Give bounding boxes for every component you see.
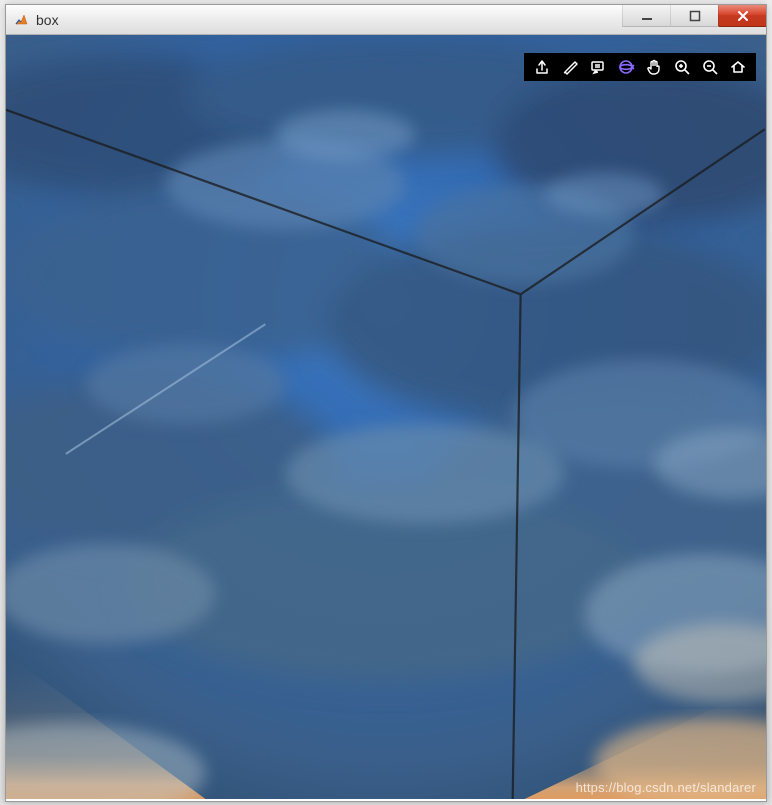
maximize-button[interactable] <box>670 5 718 27</box>
axes-toolbar <box>524 53 756 81</box>
datatip-button[interactable] <box>584 54 612 80</box>
pan-button[interactable] <box>640 54 668 80</box>
matlab-icon <box>14 12 30 28</box>
watermark-text: https://blog.csdn.net/slandarer <box>576 780 756 795</box>
home-button[interactable] <box>724 54 752 80</box>
figure-axes[interactable]: https://blog.csdn.net/slandarer <box>6 35 766 801</box>
titlebar[interactable]: box <box>6 5 766 35</box>
rotate-button[interactable] <box>612 54 640 80</box>
zoom-out-button[interactable] <box>696 54 724 80</box>
close-button[interactable] <box>718 5 766 27</box>
sky-texture <box>6 35 766 799</box>
brush-button[interactable] <box>556 54 584 80</box>
export-button[interactable] <box>528 54 556 80</box>
window-title: box <box>36 12 59 28</box>
figure-window: box <box>5 4 767 802</box>
zoom-in-button[interactable] <box>668 54 696 80</box>
minimize-button[interactable] <box>622 5 670 27</box>
window-controls <box>622 5 766 27</box>
